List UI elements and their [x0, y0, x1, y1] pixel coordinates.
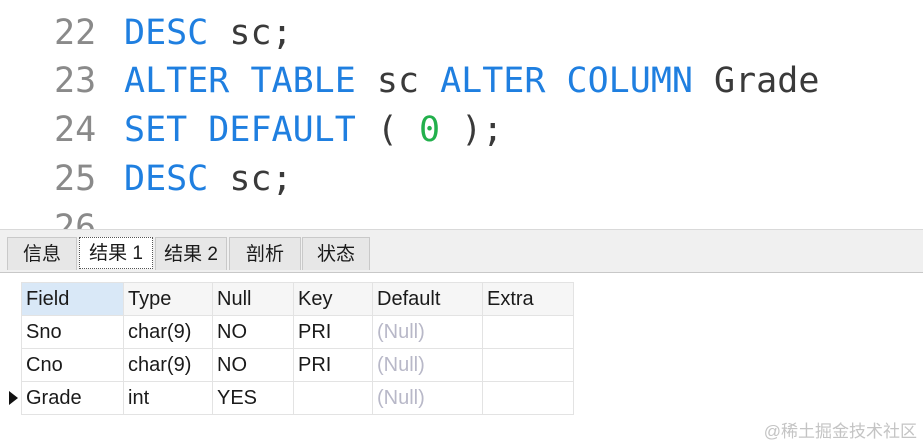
table-row[interactable]: Grade int YES (Null)	[21, 381, 574, 415]
sql-keyword: SET	[124, 110, 188, 150]
code-text[interactable]: SET DEFAULT ( 0 );	[124, 106, 503, 155]
line-number: 26	[54, 208, 97, 229]
sql-keyword: ALTER	[440, 61, 546, 101]
column-header[interactable]: Key	[293, 282, 373, 316]
table-cell[interactable]: NO	[212, 348, 294, 382]
result-tab[interactable]: 结果 2	[155, 237, 227, 270]
sql-number: 0	[419, 110, 441, 150]
sql-keyword: TABLE	[250, 61, 356, 101]
column-header[interactable]: Extra	[482, 282, 574, 316]
column-header[interactable]: Field	[21, 282, 124, 316]
sql-editor[interactable]: 22 DESC sc; 23 ALTER TABLE sc ALTER COLUMN …	[0, 0, 923, 229]
sql-identifier	[229, 61, 250, 101]
line-number: 22	[54, 13, 97, 53]
current-row-arrow-icon	[9, 391, 18, 405]
table-cell[interactable]	[482, 381, 574, 415]
table-cell[interactable]: NO	[212, 315, 294, 349]
table-cell[interactable]: PRI	[293, 315, 373, 349]
table-cell[interactable]: char(9)	[123, 315, 213, 349]
table-cell[interactable]: PRI	[293, 348, 373, 382]
line-number: 25	[54, 159, 97, 199]
watermark: @稀土掘金技术社区	[763, 422, 917, 441]
sql-identifier	[545, 61, 566, 101]
table-cell[interactable]: (Null)	[372, 348, 483, 382]
sql-identifier	[187, 110, 208, 150]
column-header[interactable]: Default	[372, 282, 483, 316]
table-cell[interactable]	[482, 315, 574, 349]
result-tab[interactable]: 剖析	[229, 237, 301, 270]
sql-identifier: );	[440, 110, 504, 150]
table-cell[interactable]: (Null)	[372, 315, 483, 349]
grid-header-row: Field Type Null Key Default Extra	[21, 282, 574, 316]
column-header[interactable]: Null	[212, 282, 294, 316]
code-text[interactable]: DESC sc;	[124, 9, 293, 58]
sql-identifier: sc;	[208, 13, 293, 53]
column-header[interactable]: Type	[123, 282, 213, 316]
table-row[interactable]: Cno char(9) NO PRI (Null)	[21, 348, 574, 382]
sql-identifier: (	[355, 110, 420, 150]
line-number: 24	[54, 110, 97, 150]
sql-keyword: COLUMN	[566, 61, 693, 101]
table-cell[interactable]: Grade	[21, 381, 124, 415]
result-grid-area: Field Type Null Key Default Extra Sno char(9) N…	[0, 273, 923, 446]
code-text[interactable]: DESC sc;	[124, 155, 293, 204]
result-tab[interactable]: 信息	[7, 237, 77, 270]
result-tab-bar: 信息 结果 1 结果 2 剖析 状态	[0, 229, 923, 273]
result-grid[interactable]: Field Type Null Key Default Extra Sno char(9) N…	[21, 282, 574, 415]
table-row[interactable]: Sno char(9) NO PRI (Null)	[21, 315, 574, 349]
line-number: 23	[54, 61, 97, 101]
table-cell[interactable]: char(9)	[123, 348, 213, 382]
table-cell[interactable]: Cno	[21, 348, 124, 382]
sql-identifier: sc	[355, 61, 441, 101]
table-cell[interactable]: (Null)	[372, 381, 483, 415]
sql-keyword: DESC	[124, 13, 209, 53]
sql-keyword: DEFAULT	[208, 110, 356, 150]
table-cell[interactable]: Sno	[21, 315, 124, 349]
sql-identifier: sc;	[208, 159, 293, 199]
result-tab[interactable]: 结果 1	[79, 237, 153, 269]
table-cell[interactable]	[293, 381, 373, 415]
sql-keyword: DESC	[124, 159, 209, 199]
code-text[interactable]: ALTER TABLE sc ALTER COLUMN Grade	[124, 57, 819, 106]
sql-identifier: Grade	[692, 61, 820, 101]
table-cell[interactable]: int	[123, 381, 213, 415]
sql-keyword: ALTER	[124, 61, 230, 101]
result-tab[interactable]: 状态	[302, 237, 370, 270]
table-cell[interactable]	[482, 348, 574, 382]
table-cell[interactable]: YES	[212, 381, 294, 415]
